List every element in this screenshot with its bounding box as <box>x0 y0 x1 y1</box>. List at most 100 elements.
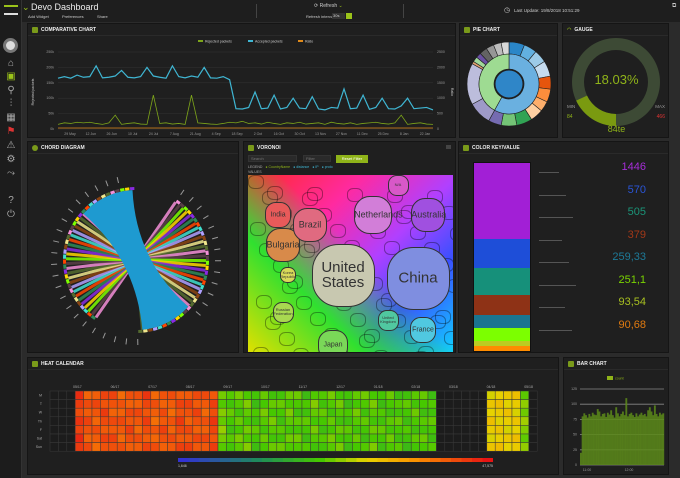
calendar-day <box>452 399 462 409</box>
app-logo[interactable] <box>4 5 18 15</box>
voronoi-small-cell[interactable] <box>293 348 309 352</box>
calendar-day <box>91 390 101 400</box>
gauge-max-label: MAX <box>655 104 665 109</box>
bar <box>648 407 651 465</box>
power-icon[interactable]: ⏻ <box>3 209 19 221</box>
panel-title: COLOR KEY/VALUE <box>463 145 520 151</box>
voronoi-small-cell[interactable] <box>253 347 269 352</box>
refresh-button[interactable]: ⟳ Refresh ⌄ <box>314 3 343 9</box>
color-key-segment[interactable] <box>474 294 530 315</box>
voronoi-small-cell[interactable] <box>307 187 323 201</box>
calendar-day <box>251 407 261 418</box>
legend-item[interactable]: ● proto <box>322 165 333 169</box>
share-icon[interactable]: ⤳ <box>3 168 19 180</box>
calendar-day <box>108 399 118 409</box>
calendar-day <box>310 407 320 418</box>
calendar-day <box>184 407 194 418</box>
chord-arc <box>201 235 207 241</box>
gauge-footer: 84te <box>607 124 626 134</box>
voronoi-small-cell[interactable] <box>350 313 366 327</box>
voronoi-small-cell[interactable] <box>444 331 453 345</box>
filters-icon[interactable]: ⫶ <box>3 98 19 110</box>
calendar-day <box>83 416 93 426</box>
calendar-day <box>158 442 168 452</box>
chord-label <box>214 260 222 262</box>
legend-item[interactable]: ● CountryName <box>265 165 290 169</box>
chord-arc <box>76 300 82 307</box>
legend-item[interactable]: ● distance <box>293 165 309 169</box>
alerts-icon[interactable]: ⚑ <box>3 126 19 138</box>
voronoi-small-cell[interactable] <box>310 312 326 326</box>
legend-swatch <box>325 458 336 462</box>
calendar-day <box>360 416 370 426</box>
grid-icon[interactable]: ▦ <box>3 112 19 124</box>
legend-item[interactable]: ● IP <box>312 165 318 169</box>
settings-icon[interactable]: ⚙ <box>3 154 19 166</box>
calendar-day <box>352 416 362 426</box>
calendar-day <box>427 407 437 418</box>
voronoi-small-cell[interactable] <box>364 329 380 343</box>
voronoi-small-cell[interactable] <box>250 222 266 236</box>
chevron-down-icon[interactable]: ⌄ <box>22 2 30 13</box>
calendar-day <box>469 390 479 400</box>
reset-filter-button[interactable]: Reset Filter <box>336 155 368 163</box>
panel-menu-icon[interactable] <box>446 145 451 149</box>
home-icon[interactable]: ⌂ <box>3 58 19 70</box>
calendar-day <box>427 442 437 452</box>
voronoi-small-cell[interactable] <box>373 350 389 352</box>
calendar-day <box>436 399 446 409</box>
voronoi-small-cell[interactable] <box>418 346 434 352</box>
calendar-day <box>436 390 446 400</box>
refresh-interval-dropdown[interactable] <box>346 13 352 19</box>
calendar-day <box>335 399 345 409</box>
calendar-day <box>520 433 530 443</box>
color-key-segment[interactable] <box>474 346 530 351</box>
calendar-day <box>226 416 236 426</box>
bar <box>645 416 648 465</box>
calendar-day <box>452 425 462 435</box>
voronoi-small-cell[interactable] <box>248 175 264 189</box>
filter-input[interactable] <box>303 155 331 162</box>
search-input[interactable] <box>248 155 297 162</box>
voronoi-small-cell[interactable] <box>279 332 295 346</box>
fullscreen-icon[interactable]: ⧉ <box>672 3 676 10</box>
calendar-day <box>91 442 101 452</box>
calendar-day <box>436 442 446 452</box>
voronoi-small-cell[interactable] <box>267 186 283 200</box>
voronoi-small-cell[interactable] <box>435 310 451 324</box>
calendar-day <box>343 442 353 452</box>
voronoi-small-cell[interactable] <box>330 224 346 238</box>
chord-arc <box>73 296 79 302</box>
legend-max: 47,575 <box>482 464 493 468</box>
calendar-day <box>184 390 194 400</box>
calendar-day <box>478 442 488 452</box>
add-widget-link[interactable]: Add Widget <box>28 14 49 19</box>
preferences-link[interactable]: Preferences <box>62 14 84 19</box>
avatar[interactable] <box>3 38 18 53</box>
color-key-segment[interactable] <box>474 238 530 269</box>
calendar-day <box>436 425 446 435</box>
bar <box>627 416 629 465</box>
warning-icon[interactable]: ⚠ <box>3 140 19 152</box>
calendar-day <box>116 399 126 409</box>
calendar-day <box>74 442 84 452</box>
voronoi-small-cell[interactable] <box>256 295 272 309</box>
color-key-segment[interactable] <box>474 163 530 239</box>
voronoi-label: Japan <box>323 341 343 349</box>
voronoi-small-cell[interactable] <box>450 227 453 241</box>
share-link[interactable]: Share <box>97 14 108 19</box>
search-icon[interactable]: ⚲ <box>3 85 19 97</box>
help-icon[interactable]: ? <box>3 195 19 207</box>
color-key-segment[interactable] <box>474 314 530 329</box>
calendar-day <box>293 433 303 443</box>
legend-swatch <box>314 458 325 462</box>
refresh-interval-select[interactable]: 30s <box>332 13 345 19</box>
color-key-segment[interactable] <box>474 268 530 295</box>
calendar-day <box>158 407 168 418</box>
calendar-day <box>167 390 177 400</box>
title-text: VORONOI <box>257 145 281 151</box>
voronoi-small-cell[interactable] <box>296 296 312 310</box>
color-key-segment[interactable] <box>474 328 530 342</box>
dashboard-icon[interactable]: ▣ <box>3 71 19 83</box>
chord-arc <box>198 226 203 232</box>
